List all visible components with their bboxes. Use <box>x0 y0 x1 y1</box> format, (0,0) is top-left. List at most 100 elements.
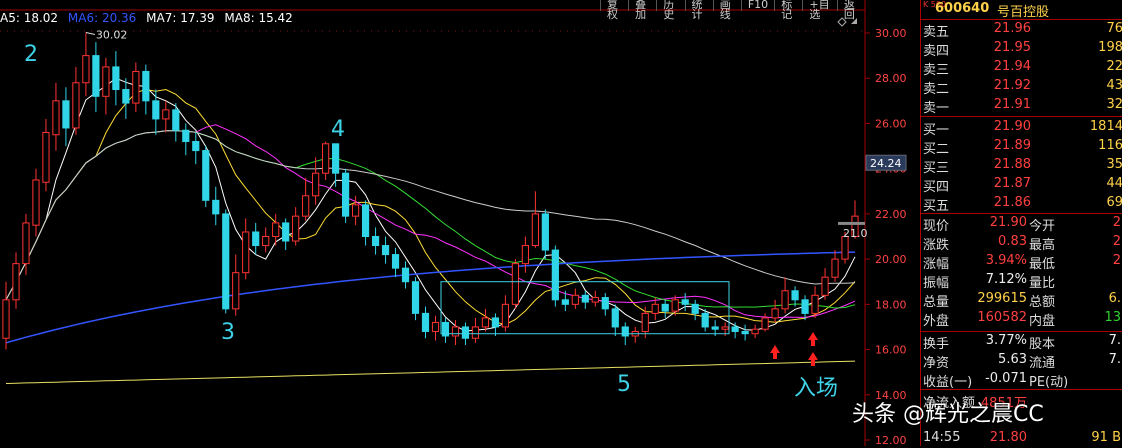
stat-label-2: 量比 <box>1029 276 1056 291</box>
toolbar-draw[interactable]: 画线 <box>712 0 741 20</box>
candle-down <box>681 299 689 305</box>
candle-up <box>481 317 490 328</box>
ob-label: 卖五 <box>923 25 950 40</box>
candle-down <box>701 312 709 328</box>
stat-label-2: PE(动) <box>1029 375 1069 390</box>
candle-up <box>511 263 519 305</box>
candle-down <box>212 199 220 215</box>
candle-up <box>42 131 50 183</box>
y-tick-label: 30.00 <box>875 27 907 40</box>
stat-label: 外盘 <box>923 314 950 329</box>
toolbar-stats[interactable]: 统计 <box>684 0 713 20</box>
candle-up <box>671 299 679 312</box>
chart-header: A5: 18.02 MA6: 20.36 MA7: 17.39 MA8: 15.… <box>0 0 865 27</box>
toolbar-f10[interactable]: F10 <box>740 0 774 11</box>
toolbar-restore-rights[interactable]: 复权 <box>600 0 628 20</box>
stat-label: 现价 <box>923 219 950 234</box>
chart-toolbar: 复权 叠加 历史 统计 画线 F10 标记 +自选 返回 <box>600 0 865 20</box>
candle-up <box>2 299 10 339</box>
ma60-line <box>5 130 856 301</box>
candle-down <box>192 141 200 152</box>
candle-down <box>661 303 669 312</box>
candle-up <box>821 276 829 296</box>
ob-label: 买三 <box>923 161 950 176</box>
ob-price: 21.86 <box>993 195 1031 210</box>
candle-down <box>581 294 589 303</box>
candle-up <box>761 317 769 330</box>
candle-up <box>312 172 320 197</box>
last-price-bar <box>838 221 865 225</box>
bid-row: 买五 21.86 69 <box>921 195 1122 214</box>
stat-label: 14:55 <box>923 430 961 445</box>
candle-down <box>222 213 230 310</box>
stat-value: 299615 <box>977 291 1027 306</box>
stat-label-2: 最低 <box>1029 257 1056 272</box>
ma8-label: MA8: 15.42 <box>224 11 293 25</box>
ob-price: 21.94 <box>993 59 1031 74</box>
ob-label: 卖一 <box>923 101 950 116</box>
bid-row: 买四 21.87 44 <box>921 176 1122 195</box>
y-tick-label: 18.00 <box>875 298 907 311</box>
y-tick-label: 20.00 <box>875 253 907 266</box>
candle-down <box>621 326 629 337</box>
y-tick-label: 22.00 <box>875 208 907 221</box>
ob-label: 买一 <box>923 123 950 138</box>
candle-down <box>112 66 120 91</box>
candle-up <box>162 109 170 120</box>
candle-down <box>342 172 350 217</box>
stat-row: 换手 3.77% 股本 7. <box>921 333 1122 352</box>
candle-down <box>92 55 100 97</box>
stats-section-divider <box>921 389 1122 390</box>
candle-down <box>172 109 180 131</box>
candle-up <box>262 236 270 247</box>
candle-down <box>152 100 160 120</box>
candle-up <box>322 143 330 174</box>
candle-up <box>651 303 659 314</box>
stat-label: 总量 <box>923 295 950 310</box>
ask-row: 卖一 21.91 32 <box>921 97 1122 116</box>
orderbook-divider <box>921 116 1122 117</box>
candle-down <box>561 299 569 305</box>
candle-down <box>541 213 549 251</box>
candle-up <box>451 326 460 337</box>
candle-down <box>711 326 719 330</box>
candle-down <box>611 308 619 328</box>
candle-up <box>242 231 250 274</box>
toolbar-add-watchlist[interactable]: +自选 <box>802 0 837 20</box>
ma10-line <box>5 88 856 326</box>
stat-label: 换手 <box>923 337 950 352</box>
stat-value-2: 2 <box>1112 253 1121 268</box>
stat-value: 3.77% <box>985 333 1027 348</box>
candle-up <box>771 308 779 319</box>
stats-divider <box>921 213 1122 214</box>
ob-volume: 35 <box>1106 157 1122 172</box>
ob-label: 卖四 <box>923 44 950 59</box>
toolbar-back[interactable]: 返回 <box>836 0 865 20</box>
candle-up <box>521 245 529 265</box>
candle-down <box>202 150 210 201</box>
stock-code[interactable]: 600640 <box>935 1 989 16</box>
candle-down <box>142 70 150 102</box>
high-pointer <box>85 32 96 36</box>
ob-volume: 76 <box>1106 21 1122 36</box>
candle-down <box>411 281 420 314</box>
toolbar-mark[interactable]: 标记 <box>774 0 802 20</box>
high-price-label: 30.02 <box>96 29 128 42</box>
stats-section-divider <box>921 331 1122 332</box>
last-price-label: 21.0 <box>843 227 868 240</box>
annotation-2: 2 <box>24 42 38 67</box>
candle-up <box>721 326 729 330</box>
ob-price: 21.92 <box>993 78 1031 93</box>
quote-panel: K 500 600640 号百控股 卖五 21.96 76 卖四 21.95 198 卖三 2… <box>920 0 1122 446</box>
ob-label: 买五 <box>923 199 950 214</box>
annotation-5: 5 <box>617 372 631 397</box>
candle-down <box>491 317 500 328</box>
price-marker-label: 24.24 <box>870 157 902 170</box>
toolbar-overlay[interactable]: 叠加 <box>628 0 656 20</box>
ask-row: 卖二 21.92 43 <box>921 78 1122 97</box>
watermark: 头条 @辉光之晨CC <box>852 402 1044 427</box>
candle-up <box>431 321 440 332</box>
candle-up <box>232 272 240 310</box>
toolbar-history[interactable]: 历史 <box>656 0 684 20</box>
ob-label: 买二 <box>923 142 950 157</box>
